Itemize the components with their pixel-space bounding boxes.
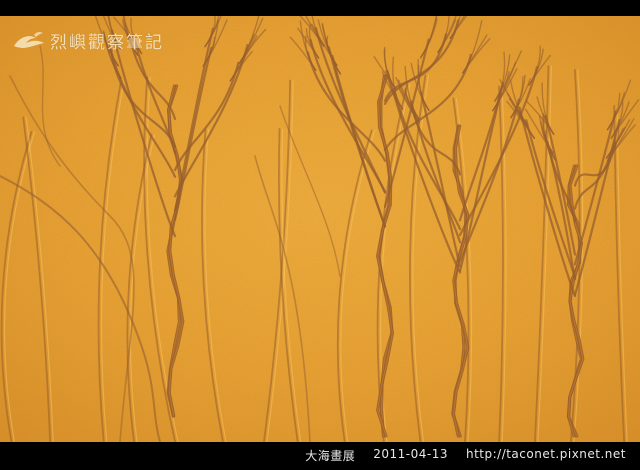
watermark: 烈嶼觀察筆記 <box>12 27 164 53</box>
sand-sheen <box>0 16 640 442</box>
caption-date: 2011-04-13 <box>373 447 448 461</box>
bird-logo-icon <box>14 31 44 48</box>
caption-url: http://taconet.pixnet.net <box>465 447 626 461</box>
photo-frame <box>0 16 640 442</box>
sand-photo <box>0 16 640 442</box>
watermark-text: 烈嶼觀察筆記 <box>50 32 164 53</box>
caption: 大海畫展 2011-04-13 http://taconet.pixnet.ne… <box>305 447 626 464</box>
caption-bar: 大海畫展 2011-04-13 http://taconet.pixnet.ne… <box>0 442 640 470</box>
caption-title: 大海畫展 <box>305 449 356 463</box>
ridge-pattern <box>0 16 640 442</box>
